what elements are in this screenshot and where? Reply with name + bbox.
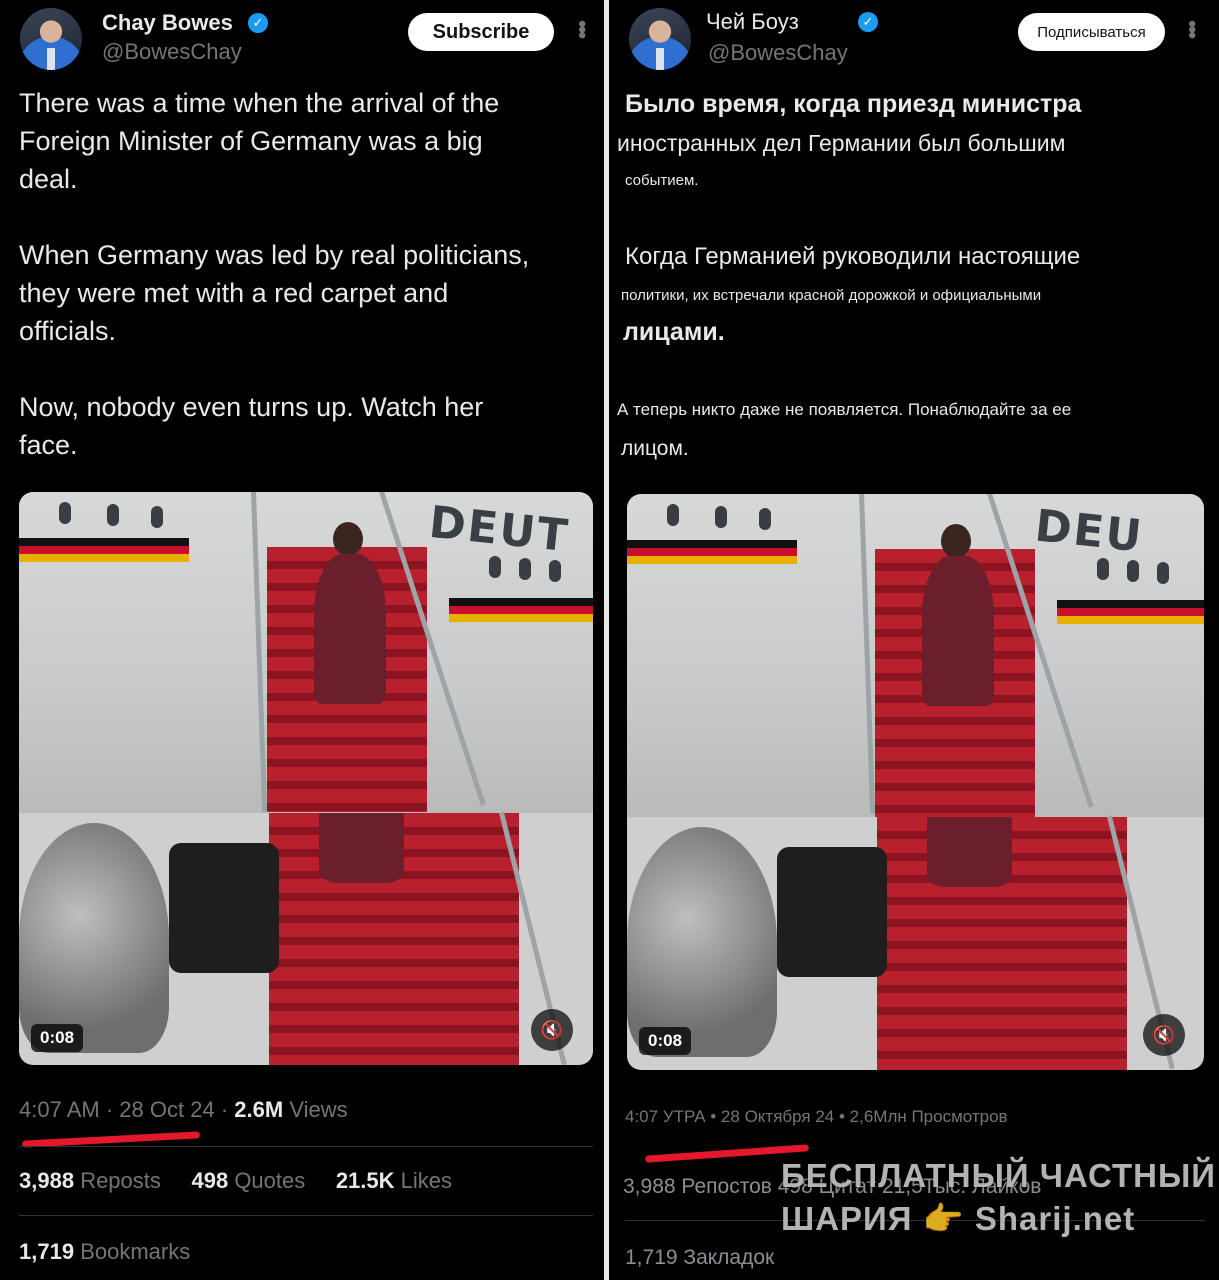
author-name[interactable]: Чей Боуз <box>706 9 799 35</box>
plane-lettering: DEU <box>1032 500 1146 563</box>
tweet-paragraph-1: There was a time when the arrival of the… <box>19 88 500 194</box>
tweet-paragraph-3: Now, nobody even turns up. Watch her fac… <box>19 392 484 460</box>
reposts-link[interactable]: 3,988 Reposts <box>19 1168 161 1193</box>
video-frame-crowd <box>627 815 1204 1070</box>
tweet-line-3: событием. <box>625 172 699 189</box>
subscribe-button[interactable]: Subscribe <box>408 13 554 51</box>
plane-lettering: DEUT <box>426 496 572 563</box>
subscribe-button[interactable]: Подписываться <box>1018 13 1165 51</box>
tweet-time: 4:07 AM <box>19 1097 100 1122</box>
tweet-line-6: лицами. <box>623 318 725 346</box>
video-frame-plane: DEU <box>627 494 1204 817</box>
tweet-video[interactable]: DEUT 0:08 🔇 <box>19 492 593 1065</box>
video-frame-crowd <box>19 811 593 1065</box>
tweet-video[interactable]: DEU 0:08 🔇 <box>627 494 1204 1070</box>
likes-link[interactable]: 21.5K Likes <box>336 1168 452 1193</box>
tweet-line-8: лицом. <box>621 437 689 460</box>
tweet-date[interactable]: 28 Oct 24 <box>119 1097 214 1122</box>
tweet-line-2: иностранных дел Германии был большим <box>617 130 1066 156</box>
video-duration: 0:08 <box>639 1027 692 1055</box>
video-frame-plane: DEUT <box>19 492 593 813</box>
tweet-line-5: политики, их встречали красной дорожкой … <box>621 287 1042 304</box>
views-count: 2.6M <box>234 1097 284 1122</box>
right-tweet-panel: Чей Боуз ✓ @BowesChay Подписываться ••• … <box>609 0 1219 1280</box>
author-handle[interactable]: @BowesChay <box>708 40 848 66</box>
tweet-metadata: 4:07 УТРА • 28 Октября 24 • 2,6Млн Просм… <box>625 1107 1008 1126</box>
watermark-line-2: ШАРИЯ 👉 Sharij.net <box>781 1200 1136 1237</box>
tweet-paragraph-2: When Germany was led by real politicians… <box>19 240 530 346</box>
author-avatar[interactable] <box>629 8 691 70</box>
more-options-icon[interactable]: ••• <box>569 20 595 37</box>
engagement-stats: 3,988 Reposts 498 Quotes 21.5K Likes <box>19 1168 452 1194</box>
bookmarks-stat: 1,719 Закладок <box>625 1246 775 1269</box>
author-avatar[interactable] <box>20 8 82 70</box>
left-tweet-panel: Chay Bowes ✓ @BowesChay Subscribe ••• Th… <box>0 0 604 1280</box>
mute-icon[interactable]: 🔇 <box>531 1009 573 1051</box>
tweet-line-7: А теперь никто даже не появляется. Понаб… <box>617 400 1072 419</box>
verified-badge-icon: ✓ <box>858 12 878 32</box>
more-options-icon[interactable]: ••• <box>1179 20 1205 37</box>
author-name[interactable]: Chay Bowes <box>102 10 233 36</box>
video-duration: 0:08 <box>31 1024 84 1052</box>
mute-icon[interactable]: 🔇 <box>1143 1014 1185 1056</box>
watermark-line-1: БЕСПЛАТНЫЙ ЧАСТНЫЙ <box>781 1157 1217 1194</box>
verified-badge-icon: ✓ <box>248 13 268 33</box>
views-label: Views <box>289 1097 348 1122</box>
bookmarks-stat: 1,719 Bookmarks <box>19 1239 191 1264</box>
tweet-line-1: Было время, когда приезд министра <box>625 90 1082 118</box>
quotes-link[interactable]: 498 Quotes <box>191 1168 305 1193</box>
tweet-line-4: Когда Германией руководили настоящие <box>625 243 1081 270</box>
author-handle[interactable]: @BowesChay <box>102 39 242 65</box>
tweet-metadata: 4:07 AM · 28 Oct 24 · 2.6M Views <box>19 1097 348 1122</box>
